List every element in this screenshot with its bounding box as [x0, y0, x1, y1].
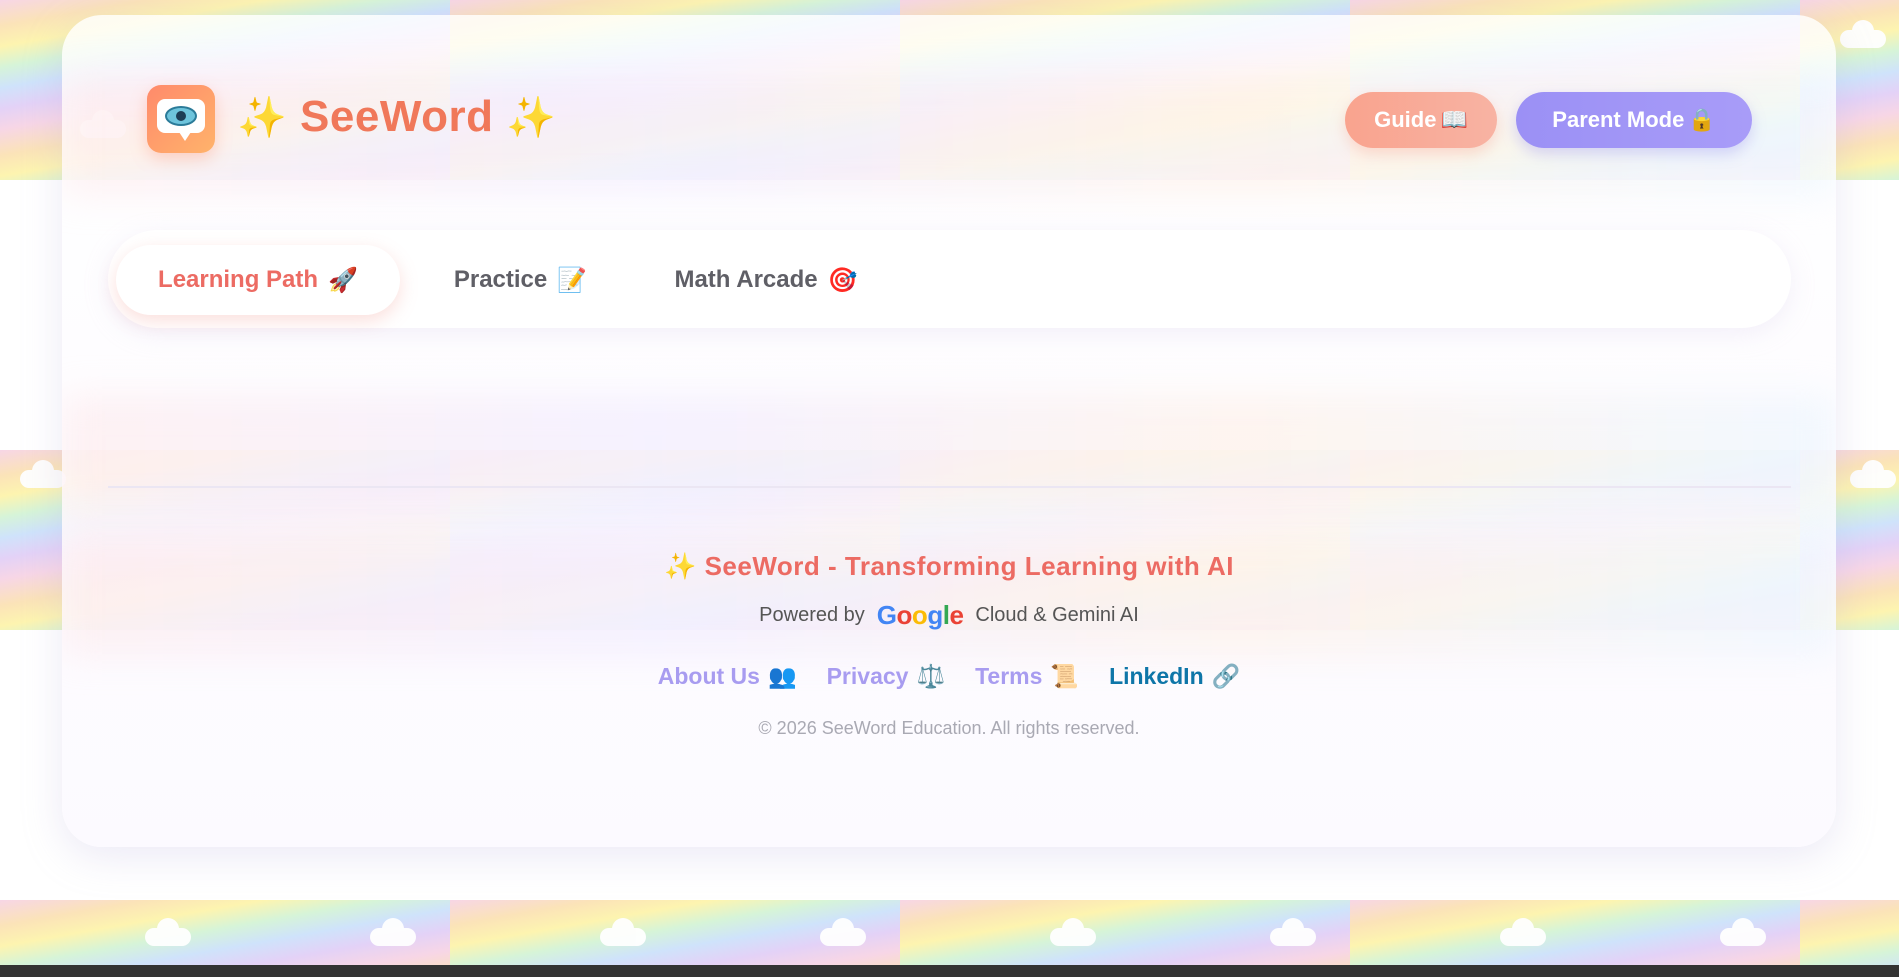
about-us-link[interactable]: About Us 👥 — [658, 663, 797, 690]
footer-links: About Us 👥 Privacy ⚖️ Terms 📜 LinkedIn 🔗 — [62, 663, 1836, 690]
link-label: About Us — [657, 663, 760, 689]
rocket-icon: 🚀 — [328, 266, 358, 294]
cloud-icon — [820, 918, 866, 946]
parent-mode-button[interactable]: Parent Mode 🔒 — [1516, 92, 1752, 148]
link-label: Terms — [975, 663, 1043, 689]
linkedin-link[interactable]: LinkedIn 🔗 — [1109, 663, 1240, 690]
powered-suffix: Cloud & Gemini AI — [975, 604, 1139, 626]
cloud-icon — [1050, 918, 1096, 946]
tab-label: Learning Path — [158, 266, 319, 293]
eye-icon — [165, 106, 197, 126]
header: ✨ SeeWord ✨ Guide 📖 Parent Mode 🔒 — [62, 15, 1836, 215]
people-icon: 👥 — [767, 663, 797, 689]
tab-label: Math Arcade — [674, 266, 818, 293]
tab-learning-path[interactable]: Learning Path 🚀 — [116, 245, 400, 315]
target-icon: 🎯 — [827, 266, 858, 294]
privacy-link[interactable]: Privacy ⚖️ — [827, 663, 946, 690]
footer-title-text: SeeWord - Transforming Learning with AI — [704, 551, 1235, 581]
powered-prefix: Powered by — [759, 604, 865, 626]
link-label: LinkedIn — [1109, 663, 1204, 689]
app-logo[interactable] — [147, 85, 215, 153]
scroll-icon: 📜 — [1050, 663, 1080, 689]
memo-icon: 📝 — [557, 266, 588, 294]
brand-name: SeeWord — [300, 92, 494, 141]
tab-practice[interactable]: Practice 📝 — [438, 245, 603, 315]
cloud-icon — [600, 918, 646, 946]
cloud-icon — [1720, 918, 1766, 946]
cloud-icon — [145, 918, 191, 946]
sparkle-icon: ✨ — [237, 96, 288, 140]
tab-bar: Learning Path 🚀 Practice 📝 Math Arcade 🎯 — [108, 230, 1791, 328]
tab-math-arcade[interactable]: Math Arcade 🎯 — [666, 245, 866, 315]
link-icon: 🔗 — [1211, 663, 1241, 689]
parent-mode-label: Parent Mode — [1552, 107, 1685, 132]
copyright-text: © 2026 SeeWord Education. All rights res… — [758, 718, 1140, 738]
link-label: Privacy — [826, 663, 909, 689]
lock-icon: 🔒 — [1688, 107, 1716, 132]
terms-link[interactable]: Terms 📜 — [975, 663, 1079, 690]
cloud-icon — [1270, 918, 1316, 946]
cloud-icon — [1850, 460, 1896, 488]
cloud-icon — [1500, 918, 1546, 946]
sparkle-icon: ✨ — [663, 551, 697, 581]
footer-title: ✨ SeeWord - Transforming Learning with A… — [62, 551, 1836, 582]
cloud-icon — [20, 460, 66, 488]
sparkle-icon: ✨ — [506, 96, 557, 140]
footer-divider — [108, 486, 1791, 488]
brand-title: ✨ SeeWord ✨ — [237, 95, 557, 139]
book-icon: 📖 — [1440, 107, 1468, 132]
cloud-icon — [370, 918, 416, 946]
speech-bubble-icon — [157, 99, 205, 141]
google-logo: Google — [876, 600, 964, 630]
guide-button-label: Guide — [1374, 107, 1437, 132]
cloud-icon — [1840, 20, 1886, 48]
guide-button[interactable]: Guide 📖 — [1345, 92, 1497, 148]
scales-icon: ⚖️ — [916, 663, 946, 689]
powered-by: Powered by Google Cloud & Gemini AI — [62, 600, 1836, 631]
main-card: ✨ SeeWord ✨ Guide 📖 Parent Mode 🔒 Learni… — [62, 15, 1836, 847]
bottom-bar — [0, 965, 1899, 977]
tab-label: Practice — [453, 266, 548, 293]
